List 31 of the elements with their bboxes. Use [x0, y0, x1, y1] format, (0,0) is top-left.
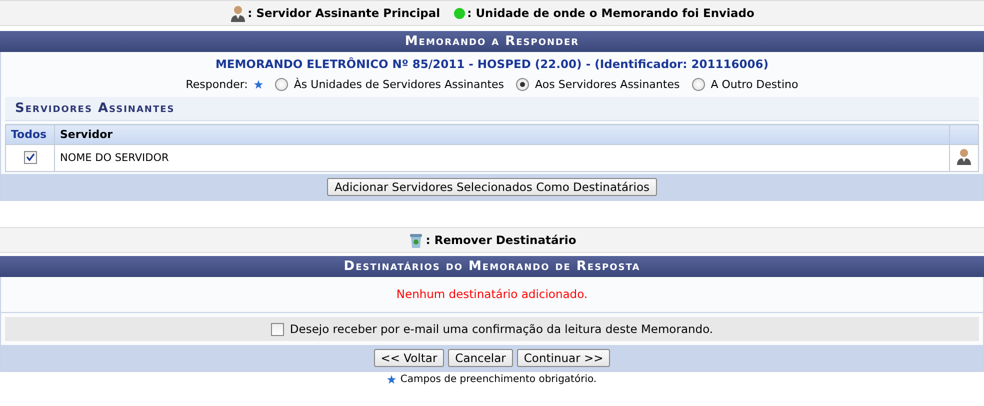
legend-label: : Unidade de onde o Memorando foi Enviado [467, 6, 754, 20]
column-header[interactable]: Todos [6, 124, 54, 144]
panel-header: Memorando a Responder [0, 31, 984, 52]
required-star-icon [254, 80, 263, 89]
empty-message: Nenhum destinatário adicionado. [1, 277, 983, 313]
panel-header: Destinatários do Memorando de Resposta [0, 256, 984, 277]
radio-label[interactable]: Às Unidades de Servidores Assinantes [294, 78, 504, 91]
radio-label[interactable]: Aos Servidores Assinantes [535, 78, 680, 91]
form-button[interactable]: Cancelar [448, 349, 513, 367]
responder-label: Responder: [186, 78, 248, 91]
radio-button[interactable] [516, 78, 530, 91]
legend-label: : Servidor Assinante Principal [248, 6, 440, 20]
column-header: Servidor [54, 124, 950, 144]
trash-can-icon [408, 232, 424, 248]
form-button[interactable]: << Voltar [374, 349, 444, 367]
legend-label: : Remover Destinatário [426, 233, 576, 247]
checkbox[interactable] [270, 322, 284, 336]
table-cell: NOME DO SERVIDOR [54, 144, 950, 172]
person-icon [230, 4, 246, 22]
required-star-icon [387, 375, 396, 384]
add-recipients-button[interactable]: Adicionar Servidores Selecionados Como Destinatários [327, 178, 656, 196]
radio-button[interactable] [274, 78, 288, 91]
radio-label[interactable]: A Outro Destino [710, 78, 798, 91]
checkbox-label[interactable]: Desejo receber por e-mail uma confirmação da leitura deste Memorando. [290, 322, 714, 336]
radio-button[interactable] [692, 78, 705, 91]
checkbox[interactable] [24, 151, 36, 164]
form-button[interactable]: Continuar >> [516, 349, 610, 367]
footnote: Campos de preenchimento obrigatório. [400, 374, 597, 385]
subsection-header: Servidores Assinantes [5, 97, 979, 121]
memo-heading: MEMORANDO ELETRÔNICO Nº 85/2011 - HOSPED (22.00) - (Identificador: 201116006) [214, 56, 770, 73]
person-icon [956, 148, 972, 165]
